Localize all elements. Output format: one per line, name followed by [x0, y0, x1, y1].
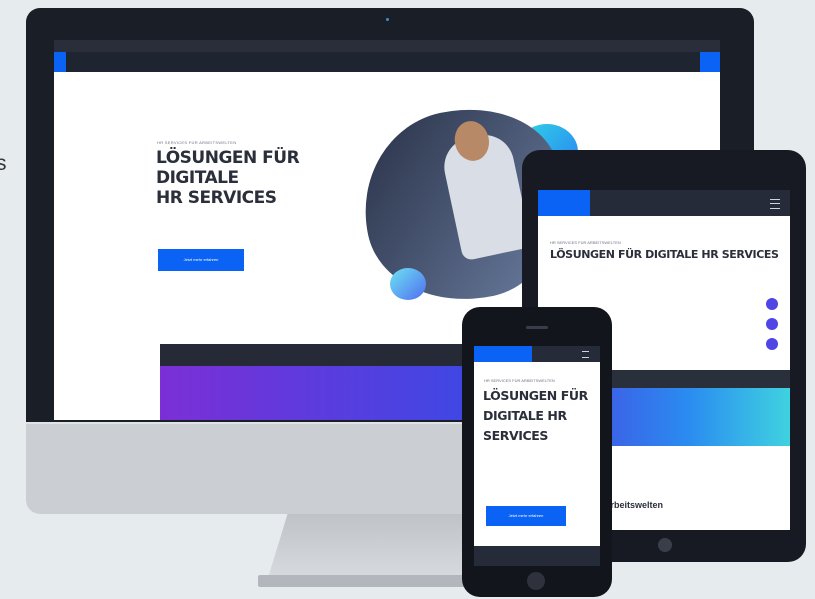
desktop-navbar: [54, 52, 720, 72]
phone-hero-eyebrow: HR SERVICES FÜR ARBEITSWELTEN: [484, 378, 555, 383]
cropped-edge-text: s: [0, 152, 7, 175]
phone-dark-banner: [474, 546, 600, 566]
phone-screen: HR SERVICES FÜR ARBEITSWELTEN LÖSUNGEN F…: [474, 346, 600, 566]
desktop-hero-eyebrow: HR SERVICES FÜR ARBEITSWELTEN: [157, 140, 237, 145]
desktop-topbar: [54, 40, 720, 52]
desktop-logo[interactable]: [54, 52, 66, 72]
tablet-home-button[interactable]: [658, 538, 672, 552]
tablet-icon-circle-3[interactable]: [766, 338, 778, 350]
tablet-icon-circle-1[interactable]: [766, 298, 778, 310]
desktop-hero-title: LÖSUNGEN FÜR DIGITALE HR SERVICES: [156, 148, 356, 208]
tablet-section-heading: Arbeitswelten: [604, 500, 664, 510]
desktop-nav-cta-button[interactable]: [700, 52, 720, 72]
webcam-dot: [386, 18, 389, 21]
tablet-hero-eyebrow: HR SERVICES FÜR ARBEITSWELTEN: [550, 240, 621, 245]
phone-speaker: [526, 326, 548, 329]
tablet-hamburger-icon[interactable]: [770, 199, 780, 209]
tablet-icon-circle-2[interactable]: [766, 318, 778, 330]
phone-home-button[interactable]: [527, 572, 545, 590]
tablet-logo[interactable]: [538, 190, 590, 216]
phone-hero-title: LÖSUNGEN FÜR DIGITALE HR SERVICES: [483, 388, 588, 443]
tablet-hero-title: LÖSUNGEN FÜR DIGITALE HR SERVICES: [550, 248, 779, 261]
phone-hero-cta-button[interactable]: Jetzt mehr erfahren: [486, 506, 566, 526]
desktop-hero-cta-button[interactable]: Jetzt mehr erfahren: [158, 249, 244, 271]
hero-accent-shape-small: [390, 268, 426, 300]
desktop-hero-title-line1: LÖSUNGEN FÜR DIGITALE: [156, 148, 300, 188]
phone-hamburger-icon[interactable]: [582, 351, 589, 358]
phone-logo[interactable]: [474, 346, 532, 362]
desktop-hero-title-line2: HR SERVICES: [156, 188, 277, 208]
